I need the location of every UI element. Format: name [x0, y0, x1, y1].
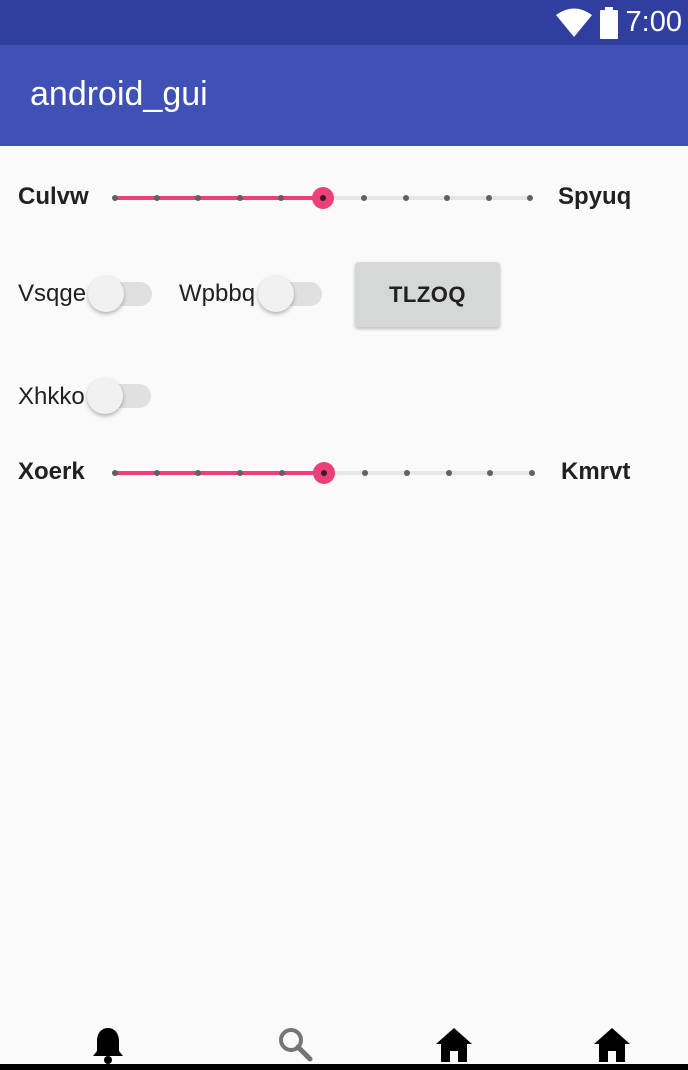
nav-home-1[interactable]: [434, 1024, 474, 1064]
seekbar-tick: [362, 470, 369, 476]
switch2-label: Wpbbq: [179, 280, 256, 307]
switch-thumb: [88, 276, 124, 312]
status-icons: 7:00: [555, 0, 682, 45]
seekbar-xoerk[interactable]: [112, 458, 535, 488]
switch-thumb: [258, 276, 294, 312]
switch-wpbbq[interactable]: [258, 276, 322, 312]
nav-notifications[interactable]: [88, 1024, 128, 1064]
seekbar-progress: [115, 196, 323, 200]
seekbar-tick: [153, 195, 160, 201]
battery-icon: [599, 6, 618, 39]
seekbar-tick: [444, 195, 450, 201]
bell-icon: [93, 1028, 123, 1064]
app-title: android_gui: [30, 75, 208, 113]
seekbar-tick: [527, 195, 533, 201]
seekbar-tick: [445, 470, 452, 476]
status-time: 7:00: [625, 6, 682, 38]
seekbar-tick: [278, 195, 284, 201]
switch3-label: Xhkko: [18, 383, 85, 410]
home-icon: [594, 1028, 630, 1062]
seekbar-thumb[interactable]: [311, 187, 334, 209]
switch1-label: Vsqge: [18, 280, 87, 307]
nav-home-2[interactable]: [592, 1024, 632, 1064]
nav-search[interactable]: [275, 1024, 315, 1064]
seekbar-thumb[interactable]: [312, 462, 335, 484]
seekbar-tick: [361, 195, 367, 201]
seekbar-culvw[interactable]: [112, 183, 533, 213]
seekbar2-left-label: Xoerk: [18, 458, 85, 485]
seekbar-tick: [487, 470, 494, 476]
seekbar-progress: [115, 471, 324, 475]
seekbar-tick: [237, 470, 244, 476]
seekbar1-right-label: Spyuq: [558, 183, 632, 210]
seekbar-tick: [236, 195, 243, 201]
seekbar2-right-label: Kmrvt: [561, 458, 631, 485]
seekbar-tick: [112, 470, 118, 476]
seekbar-tick: [403, 470, 410, 476]
seekbar-tick: [529, 470, 535, 476]
seekbar1-left-label: Culvw: [18, 183, 89, 210]
main-content: Culvw Spyuq Vsqge Wpbbq TLZOQ Xhkko Xoer…: [0, 146, 688, 1016]
seekbar-tick: [195, 470, 202, 476]
switch-vsqge[interactable]: [88, 276, 152, 312]
seekbar-tick: [112, 195, 118, 201]
home-icon: [436, 1028, 472, 1062]
bottom-edge: [0, 1064, 688, 1070]
seekbar-tick: [153, 470, 160, 476]
switch-thumb: [87, 378, 123, 414]
wifi-icon: [555, 8, 592, 37]
seekbar-tick: [485, 195, 492, 201]
seekbar-tick: [402, 195, 409, 201]
seekbar-tick: [278, 470, 285, 476]
status-bar: 7:00: [0, 0, 688, 45]
search-icon: [279, 1028, 313, 1062]
bottom-navigation: [0, 1016, 688, 1070]
tlzoq-button[interactable]: TLZOQ: [355, 262, 500, 327]
switch-xhkko[interactable]: [87, 378, 151, 414]
app-bar: android_gui: [0, 45, 688, 146]
seekbar-tick: [195, 195, 201, 201]
